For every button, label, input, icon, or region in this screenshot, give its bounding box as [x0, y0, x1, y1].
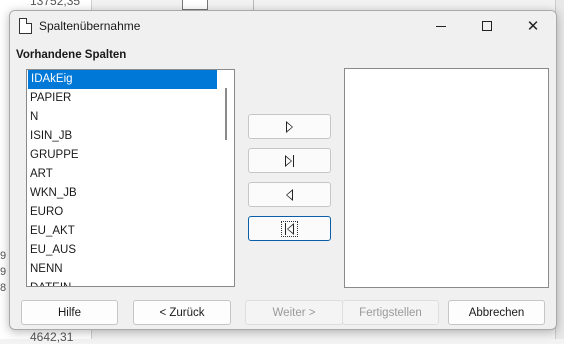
back-button[interactable]: < Zurück — [133, 300, 231, 325]
move-selected-left-button[interactable] — [248, 182, 331, 207]
triangle-right-icon — [286, 121, 293, 133]
close-icon: ✕ — [527, 19, 540, 34]
background-digit: 9 — [0, 250, 6, 262]
document-icon — [19, 18, 32, 34]
column-import-dialog: Spaltenübernahme ✕ Vorhandene Spalten ID… — [9, 10, 557, 330]
triangle-left-icon — [286, 189, 293, 201]
selected-columns-list[interactable] — [344, 68, 549, 288]
background-value-top: 13752,35 — [30, 0, 80, 8]
list-item[interactable]: N — [27, 108, 234, 127]
maximize-icon — [482, 21, 492, 31]
bar-icon — [285, 223, 286, 235]
background-toolbar-icon — [182, 0, 208, 10]
available-columns-label: Vorhandene Spalten — [16, 49, 126, 61]
next-button[interactable]: Weiter > — [245, 300, 343, 325]
minimize-icon — [436, 26, 446, 27]
cancel-button[interactable]: Abbrechen — [448, 300, 545, 325]
dialog-title: Spaltenübernahme — [39, 19, 140, 33]
dialog-titlebar[interactable]: Spaltenübernahme ✕ — [10, 11, 557, 41]
finish-button[interactable]: Fertigstellen — [342, 300, 439, 325]
list-item[interactable]: DATEIN — [27, 279, 234, 287]
close-button[interactable]: ✕ — [510, 11, 556, 41]
bar-triangle-left-icon — [281, 221, 298, 237]
list-item[interactable]: PAPIER — [27, 89, 234, 108]
list-item[interactable]: ISIN_JB — [27, 127, 234, 146]
triangle-left-icon — [287, 223, 294, 235]
list-item[interactable]: EU_AKT — [27, 222, 234, 241]
move-selected-right-button[interactable] — [248, 114, 331, 139]
list-item[interactable]: ART — [27, 165, 234, 184]
list-item[interactable]: GRUPPE — [27, 146, 234, 165]
background-value-bottom: 4642,31 — [30, 330, 73, 344]
list-item[interactable]: WKN_JB — [27, 184, 234, 203]
move-all-left-button[interactable] — [248, 216, 331, 241]
maximize-button[interactable] — [464, 11, 510, 41]
list-item[interactable]: EURO — [27, 203, 234, 222]
available-columns-list[interactable]: IDAkEig PAPIER N ISIN_JB GRUPPE ART WKN_… — [26, 69, 235, 287]
bar-icon — [293, 155, 294, 167]
minimize-button[interactable] — [418, 11, 464, 41]
list-item[interactable]: IDAkEig — [28, 70, 217, 89]
triangle-right-bar-icon — [285, 155, 294, 167]
list-item[interactable]: NENN — [27, 260, 234, 279]
list-scrollbar-thumb[interactable] — [225, 88, 227, 140]
help-button[interactable]: Hilfe — [21, 300, 118, 325]
triangle-right-icon — [285, 155, 292, 167]
list-item[interactable]: EU_AUS — [27, 241, 234, 260]
background-digit: 8 — [0, 282, 6, 294]
background-digit: 9 — [0, 266, 6, 278]
move-all-right-button[interactable] — [248, 148, 331, 173]
